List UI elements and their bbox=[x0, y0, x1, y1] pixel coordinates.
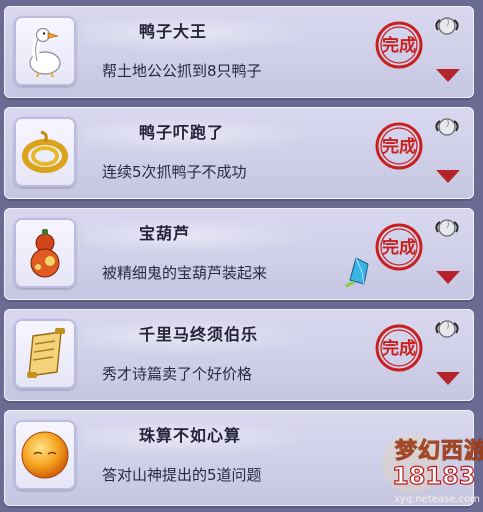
achievement-description: 秀才诗篇卖了个好价格 bbox=[102, 365, 253, 383]
completed-stamp: 完成 bbox=[374, 121, 424, 171]
achievement-icon-frame bbox=[14, 117, 76, 187]
achievement-title: 千里马终须伯乐 bbox=[139, 325, 259, 344]
watermark-site-number: 18183 bbox=[391, 461, 476, 490]
achievement-card[interactable]: 千里马终须伯乐 秀才诗篇卖了个好价格 完成 bbox=[4, 309, 474, 401]
expand-arrow-button[interactable] bbox=[434, 268, 462, 286]
achievement-description: 被精细鬼的宝葫芦装起来 bbox=[102, 264, 268, 282]
expand-arrow-button[interactable] bbox=[434, 167, 462, 185]
achievement-icon-frame bbox=[14, 16, 76, 86]
stamp-label: 完成 bbox=[382, 338, 416, 359]
expand-arrow-button[interactable] bbox=[434, 66, 462, 84]
achievement-icon-frame bbox=[14, 319, 76, 389]
stamp-label: 完成 bbox=[382, 35, 416, 56]
achievement-description: 帮土地公公抓到8只鸭子 bbox=[102, 62, 262, 80]
watermark-url: xyq.netease.com bbox=[394, 494, 480, 505]
completed-stamp: 完成 bbox=[374, 222, 424, 272]
completed-stamp: 完成 bbox=[374, 323, 424, 373]
peach-icon bbox=[432, 214, 462, 244]
achievement-card[interactable]: 宝葫芦 被精细鬼的宝葫芦装起来 完成 bbox=[4, 208, 474, 300]
rope-coil-icon bbox=[22, 130, 68, 173]
expand-arrow-button[interactable] bbox=[434, 369, 462, 387]
watermark-brand: 梦幻西游 bbox=[394, 438, 483, 465]
sun-abacus-icon bbox=[21, 431, 69, 479]
stamp-label: 完成 bbox=[382, 136, 416, 157]
achievement-title: 珠算不如心算 bbox=[139, 426, 242, 445]
peach-icon bbox=[432, 12, 462, 42]
duck-icon bbox=[29, 27, 61, 78]
crystal-gem-icon bbox=[342, 250, 376, 290]
achievement-title: 宝葫芦 bbox=[139, 224, 191, 243]
achievement-title: 鸭子大王 bbox=[139, 22, 208, 41]
achievement-icon-frame bbox=[14, 420, 76, 490]
achievement-description: 连续5次抓鸭子不成功 bbox=[102, 163, 247, 181]
scroll-icon bbox=[27, 328, 65, 378]
achievement-card[interactable]: 鸭子吓跑了 连续5次抓鸭子不成功 完成 bbox=[4, 107, 474, 199]
achievement-title: 鸭子吓跑了 bbox=[139, 123, 225, 142]
achievement-list: 鸭子大王 帮土地公公抓到8只鸭子 完成 鸭子吓跑了 连续5次抓鸭子不成功 完成 … bbox=[0, 0, 483, 511]
completed-stamp: 完成 bbox=[374, 20, 424, 70]
achievement-card[interactable]: 鸭子大王 帮土地公公抓到8只鸭子 完成 bbox=[4, 6, 474, 98]
peach-icon bbox=[432, 315, 462, 345]
achievement-icon-frame bbox=[14, 218, 76, 288]
achievement-description: 答对山神提出的5道问题 bbox=[102, 466, 262, 484]
stamp-label: 完成 bbox=[382, 237, 416, 258]
peach-icon bbox=[432, 113, 462, 143]
gourd-icon bbox=[30, 229, 60, 278]
